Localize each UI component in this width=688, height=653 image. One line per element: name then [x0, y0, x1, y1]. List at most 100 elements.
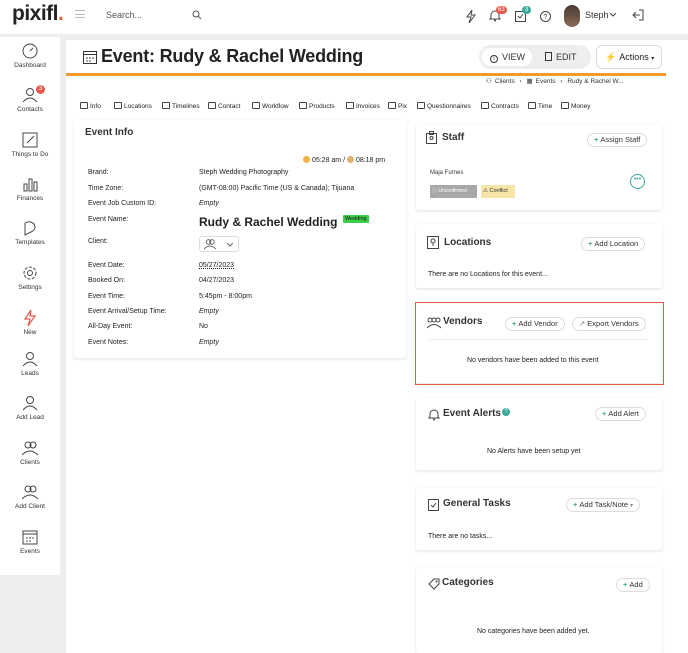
unconfirmed-label: Unconfirmed [438, 188, 467, 194]
sidebar-label: Events [20, 548, 40, 555]
search-icon[interactable] [192, 10, 202, 20]
add-alert-button[interactable]: + Add Alert [595, 407, 646, 421]
user-avatar[interactable] [564, 5, 580, 27]
vendors-highlight-box [415, 302, 664, 385]
pixifi-logo[interactable]: pixifl. [12, 2, 64, 26]
logo-text: pixifl [12, 2, 59, 25]
help-icon[interactable]: ? [540, 11, 551, 22]
tab-label: Workflow [262, 103, 289, 110]
sidebar-item-contacts[interactable]: 3 Contacts [0, 85, 60, 113]
tab-invoices[interactable]: Invoices [346, 102, 380, 110]
info-label: All-Day Event: [88, 323, 133, 330]
tab-label: Questionnaires [427, 103, 471, 110]
sidebar-item-new[interactable]: New [0, 310, 60, 336]
chevron-down-icon[interactable] [610, 13, 616, 17]
arrival-time-value: Empty [199, 308, 219, 315]
tab-products[interactable]: Products [299, 102, 335, 110]
client-selector[interactable] [199, 236, 239, 252]
tab-locations[interactable]: Locations [114, 102, 152, 110]
staff-title: Staff [442, 132, 465, 143]
tab-label: Invoices [356, 103, 380, 110]
sidebar-label: Leads [21, 370, 39, 377]
sidebar-item-events[interactable]: Events [0, 529, 60, 555]
plus-icon: + [623, 580, 628, 589]
tab-label: Timelines [172, 103, 200, 110]
booked-on-value: 04/27/2023 [199, 277, 235, 284]
breadcrumb-clients[interactable]: Clients [495, 78, 515, 85]
help-icon[interactable]: ? [502, 408, 510, 416]
tasks-badge: 3 [522, 6, 531, 14]
tab-label: Time [538, 103, 553, 110]
menu-toggle-icon[interactable] [75, 10, 85, 18]
breadcrumb-current: Rudy & Rachel W... [567, 78, 624, 85]
templates-icon [24, 221, 36, 236]
info-label: Time Zone: [88, 185, 124, 192]
categories-empty-text: No categories have been added yet. [477, 628, 590, 635]
tab-time[interactable]: Time [528, 102, 552, 110]
tab-label: Info [90, 103, 101, 110]
products-icon [299, 102, 307, 109]
tab-timelines[interactable]: Timelines [162, 102, 200, 110]
sidebar-label: Add Client [15, 503, 45, 510]
add-task-button[interactable]: + Add Task/Note ▾ [566, 498, 641, 512]
staff-member-name[interactable]: Maja Furnes [430, 170, 463, 176]
tab-pix[interactable]: Pix [388, 102, 407, 110]
add-category-label: Add [629, 580, 643, 589]
locations-card [416, 224, 662, 288]
info-label: Event Arrival/Setup Time: [88, 308, 167, 315]
new-icon [23, 310, 37, 326]
tab-label: Products [309, 103, 335, 110]
conflict-badge[interactable]: ⚠ Conflict [481, 185, 515, 198]
add-alert-label: Add Alert [608, 409, 639, 418]
clock-icon [528, 102, 536, 109]
assign-staff-button[interactable]: + Assign Staff [587, 133, 648, 147]
money-icon [561, 102, 569, 109]
categories-title: Categories [442, 577, 494, 588]
info-label: Event Name: [88, 216, 129, 223]
sidebar-item-settings[interactable]: Settings [0, 265, 60, 291]
chevron-down-icon: ▾ [630, 503, 634, 509]
event-date-value[interactable]: 05/27/2023 [199, 262, 234, 269]
lightning-icon: ⚡ [605, 52, 617, 62]
tab-workflow[interactable]: Workflow [252, 102, 289, 110]
lightning-icon[interactable] [466, 10, 476, 23]
info-label: Client: [88, 238, 108, 245]
event-info-title: Event Info [85, 127, 134, 138]
search-input[interactable] [106, 8, 186, 22]
document-icon [545, 52, 552, 61]
logout-icon[interactable] [632, 9, 644, 21]
user-name[interactable]: Steph [585, 10, 609, 20]
sunrise-icon [303, 156, 310, 163]
tab-money[interactable]: Money [561, 102, 591, 110]
edit-label: EDIT [556, 52, 577, 62]
add-category-button[interactable]: + Add [616, 578, 650, 592]
sidebar-item-finances[interactable]: Finances [0, 176, 60, 202]
view-button[interactable]: i VIEW [482, 48, 532, 66]
view-label: VIEW [502, 52, 526, 62]
sidebar-item-add-client[interactable]: Add Client [0, 484, 60, 510]
todo-icon [22, 132, 38, 148]
add-location-button[interactable]: + Add Location [581, 237, 646, 251]
events-icon [22, 530, 38, 545]
clients-icon [22, 441, 38, 456]
tab-contact[interactable]: Contact [208, 102, 240, 110]
invoice-icon [346, 102, 354, 109]
actions-button[interactable]: ⚡ Actions ▾ [596, 45, 662, 69]
sidebar-item-dashboard[interactable]: Dashboard [0, 43, 60, 69]
tab-contracts[interactable]: Contracts [481, 102, 519, 110]
info-label: Event Notes: [88, 339, 129, 346]
sidebar-item-templates[interactable]: Templates [0, 220, 60, 246]
edit-button[interactable]: EDIT [537, 48, 577, 66]
sidebar-item-add-lead[interactable]: Add Lead [0, 395, 60, 421]
event-name-value: Rudy & Rachel Wedding [199, 215, 338, 229]
more-options-icon[interactable]: ••• [630, 174, 645, 189]
tab-questionnaires[interactable]: Questionnaires [417, 102, 471, 110]
sunset-icon [346, 156, 354, 163]
sidebar-item-clients[interactable]: Clients [0, 440, 60, 466]
sidebar-item-leads[interactable]: Leads [0, 351, 60, 377]
breadcrumb-events[interactable]: Events [536, 78, 556, 85]
sidebar-item-things-to-do[interactable]: Things to Do [0, 132, 60, 158]
unconfirmed-badge[interactable]: ⓘ Unconfirmed [430, 185, 477, 198]
tab-info[interactable]: Info [80, 102, 101, 110]
sidebar: Dashboard 3 Contacts Things to Do Financ… [0, 37, 60, 575]
